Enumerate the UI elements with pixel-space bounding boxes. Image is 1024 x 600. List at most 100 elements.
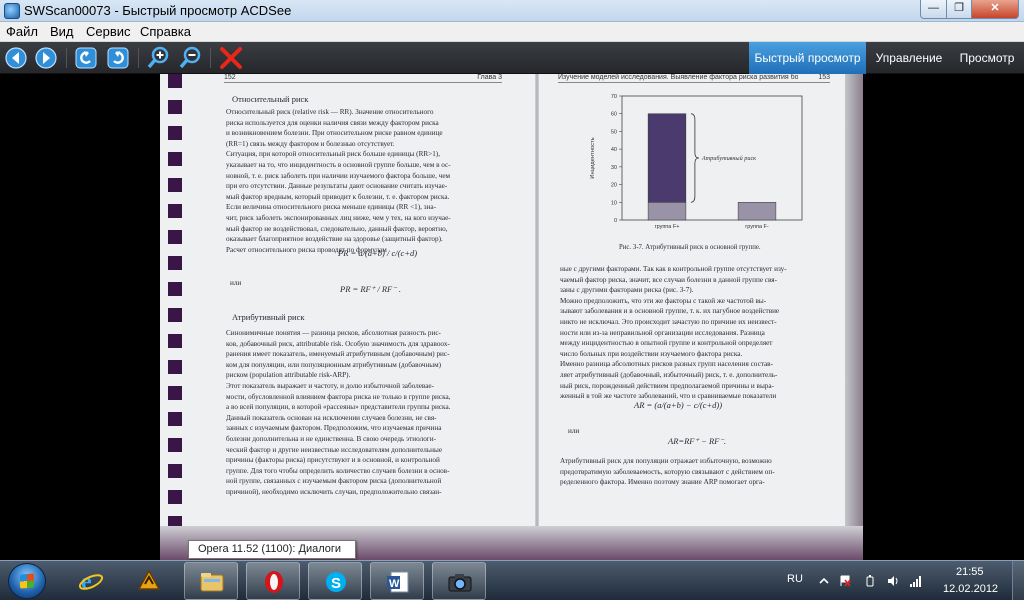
text-line: Если величина относительного риска меньш… xyxy=(226,203,437,212)
text-line: риска используется для оценки наличия св… xyxy=(226,118,439,127)
formula-relative-risk-1: PR = a/(a+b) / c/(c+d) xyxy=(338,248,418,258)
text-line: а во всей популяции, в которой «рассеяны… xyxy=(226,403,451,412)
text-line: никто не исключал. Это происходит зачаст… xyxy=(560,318,777,326)
rotate-left-icon[interactable] xyxy=(74,46,100,70)
tab-view[interactable]: Просмотр xyxy=(952,42,1022,74)
text-line: мый фактор не воздействовал, следователь… xyxy=(226,224,448,233)
text-line: при его отсутствии. Данные результаты да… xyxy=(226,182,448,191)
y-tick-label: 60 xyxy=(611,112,617,118)
minimize-button[interactable]: — xyxy=(920,0,947,19)
page-binding-strip xyxy=(168,74,182,534)
heading-attributable-risk: Атрибутивный риск xyxy=(232,312,305,322)
page-edge-shadow xyxy=(845,74,863,560)
or-label-2: или xyxy=(568,427,580,435)
text-line: ный риск, порожденный действием предпола… xyxy=(560,381,774,390)
y-tick-label: 20 xyxy=(611,183,617,189)
or-label: или xyxy=(230,279,242,287)
text-line: мый фактор вредным, который приводит к б… xyxy=(226,192,450,201)
menu-view[interactable]: Вид xyxy=(50,24,74,39)
heading-relative-risk: Относительный риск xyxy=(232,94,309,104)
text-line: Синонимичные понятия — разница рисков, а… xyxy=(226,329,441,337)
y-tick-label: 70 xyxy=(611,94,617,100)
text-line: зывают заболевания и в основной группе, … xyxy=(560,307,780,316)
taskbar: e S W RU 21:55 12.02.2012 xyxy=(0,560,1024,600)
show-hidden-icons-icon[interactable] xyxy=(818,575,830,587)
y-tick-label: 50 xyxy=(611,129,617,135)
text-line: риском (population attributable risk-ARP… xyxy=(226,371,351,380)
text-line: число больных при воздействии изучаемого… xyxy=(560,349,743,358)
text-line: ные с другими факторами. Так как в контр… xyxy=(560,265,787,273)
text-line: ной группе, связанных с изучаемым фактор… xyxy=(226,477,442,486)
window-title: SWScan00073 - Быстрый просмотр ACDSee xyxy=(24,3,292,18)
power-icon[interactable] xyxy=(864,575,876,587)
taskbar-acdsee[interactable] xyxy=(432,562,486,600)
text-line: ляет атрибутивный (добавочный, избыточны… xyxy=(560,371,778,379)
bar-segment xyxy=(647,202,687,221)
taskbar-skype[interactable]: S xyxy=(308,562,362,600)
text-line: ков, добавочный риск, attributable risk.… xyxy=(226,339,450,348)
close-button[interactable]: ✕ xyxy=(971,0,1019,19)
taskbar-opera[interactable] xyxy=(246,562,300,600)
text-line: причиной), необходимо исключить случаи, … xyxy=(226,488,442,496)
back-icon[interactable] xyxy=(4,46,30,70)
text-line: ческий фактор и другие неизвестные иссле… xyxy=(226,445,443,454)
text-line: оказывает благоприятное воздействие на з… xyxy=(226,235,443,244)
menu-tools[interactable]: Сервис xyxy=(86,24,131,39)
text-line: Ситуация, при которой относительный риск… xyxy=(226,150,441,159)
text-line: заны с другими факторами риска (рис. 3-7… xyxy=(560,286,694,295)
taskbar-internet-explorer[interactable]: e xyxy=(64,562,118,600)
bar-segment xyxy=(647,113,687,203)
network-icon[interactable] xyxy=(910,575,922,587)
opera-icon xyxy=(265,571,283,593)
forward-icon[interactable] xyxy=(34,46,60,70)
action-center-flag-icon[interactable] xyxy=(839,575,851,587)
attributable-risk-chart: 0 10 20 30 40 50 60 70 Инцидентность группа F+ гру… xyxy=(590,94,803,230)
text-line: болезни дополнительна и не единственна. … xyxy=(226,435,436,443)
clock-date[interactable]: 12.02.2012 xyxy=(943,583,998,595)
word-icon: W xyxy=(387,571,409,593)
tab-manage[interactable]: Управление xyxy=(868,42,950,74)
image-viewer[interactable]: 152 Глава 3 Изучение моделей исследовани… xyxy=(0,74,1024,560)
taskbar-winamp[interactable] xyxy=(122,562,176,600)
left-page-chapter: Глава 3 xyxy=(254,74,502,83)
menu-file[interactable]: Файл xyxy=(6,24,38,39)
taskbar-tooltip: Opera 11.52 (1100): Диалоги xyxy=(188,540,356,559)
formula-attributable-risk-2: AR=RF⁺ − RF⁻. xyxy=(668,436,726,446)
zoom-in-icon[interactable] xyxy=(146,46,172,70)
skype-icon: S xyxy=(326,572,346,592)
text-line: Атрибутивный риск для популяции отражает… xyxy=(560,457,772,465)
text-line: ком для популяции, или популяционным атр… xyxy=(226,360,442,369)
formula-attributable-risk-1: AR = (a/(a+b) − c/(c+d)) xyxy=(634,400,723,410)
x-category-label: группа F- xyxy=(745,224,769,230)
right-page-header: Изучение моделей исследования. Выявление… xyxy=(558,74,798,83)
text-line: причины (факторы риска) присутствуют и в… xyxy=(226,456,440,465)
y-tick-label: 0 xyxy=(614,218,617,224)
menu-help[interactable]: Справка xyxy=(140,24,191,39)
text-line: предотвратимую заболеваемость, которую с… xyxy=(560,467,775,476)
x-category-label: группа F+ xyxy=(655,224,680,230)
y-tick-label: 30 xyxy=(611,165,617,171)
zoom-out-icon[interactable] xyxy=(178,46,204,70)
rotate-right-icon[interactable] xyxy=(106,46,132,70)
volume-icon[interactable] xyxy=(887,575,899,587)
text-line: новной, т. е. риск заболеть при наличии … xyxy=(226,171,451,180)
formula-relative-risk-2: PR = RF⁺ / RF⁻ . xyxy=(340,284,401,294)
text-line: указывает на то, что инцидентность в осн… xyxy=(226,161,451,169)
language-indicator[interactable]: RU xyxy=(787,573,803,585)
annotation-brace xyxy=(690,113,699,203)
scanned-book-spread: 152 Глава 3 Изучение моделей исследовани… xyxy=(160,74,863,560)
y-tick-label: 40 xyxy=(611,147,617,153)
start-button[interactable] xyxy=(8,563,46,599)
text-line: Можно предположить, что эти же факторы с… xyxy=(560,296,767,305)
maximize-button[interactable]: ❐ xyxy=(946,0,972,19)
delete-icon[interactable] xyxy=(218,46,244,70)
text-line: чаемый фактор риска, значит, все случаи … xyxy=(560,275,777,284)
show-desktop-button[interactable] xyxy=(1012,561,1024,600)
toolbar-separator xyxy=(210,48,211,68)
clock-time[interactable]: 21:55 xyxy=(956,566,984,578)
taskbar-word[interactable]: W xyxy=(370,562,424,600)
title-bar: SWScan00073 - Быстрый просмотр ACDSee — … xyxy=(0,0,1024,22)
taskbar-explorer[interactable] xyxy=(184,562,238,600)
internet-explorer-icon: e xyxy=(78,569,104,593)
tab-quick-view[interactable]: Быстрый просмотр xyxy=(749,42,866,74)
